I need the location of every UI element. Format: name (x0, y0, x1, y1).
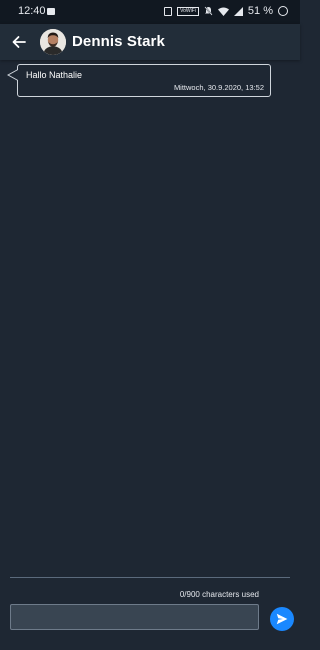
status-icons: VoWiFi 51 % (164, 5, 288, 17)
compose-divider (10, 577, 290, 578)
avatar[interactable] (40, 29, 66, 55)
chat-header: Dennis Stark (0, 24, 300, 60)
back-button[interactable] (8, 31, 30, 53)
message-text: Hallo Nathalie (26, 70, 83, 80)
battery-percentage: 51 % (247, 5, 273, 17)
message-bubble[interactable]: Hallo Nathalie Mittwoch, 30.9.2020, 13:5… (17, 64, 271, 97)
message-input[interactable] (10, 604, 259, 630)
character-counter: 0/900 characters used (179, 590, 259, 599)
contact-name[interactable]: Dennis Stark (72, 33, 165, 50)
back-arrow-icon (12, 36, 26, 48)
signal-icon (233, 6, 243, 16)
status-time: 12:40 (18, 5, 46, 17)
message-timestamp: Mittwoch, 30.9.2020, 13:52 (173, 83, 264, 92)
gallery-notification-icon (47, 8, 55, 15)
contact-photo (40, 29, 66, 55)
bubble-tail-fill (9, 70, 18, 80)
vowifi-badge: VoWiFi (177, 6, 199, 16)
status-bar: 12:40 VoWiFi 51 % (0, 0, 300, 24)
mute-bell-icon (204, 6, 213, 16)
battery-icon (278, 6, 288, 16)
send-icon (276, 613, 288, 625)
wifi-icon (217, 7, 229, 16)
send-button[interactable] (270, 607, 294, 631)
nfc-icon (164, 6, 173, 16)
